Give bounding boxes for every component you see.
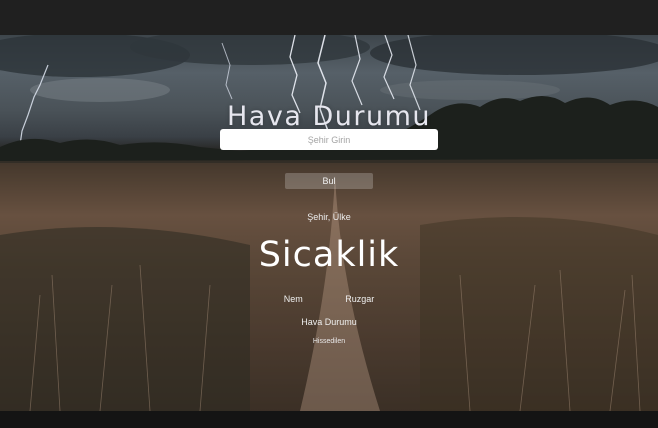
temperature-value: Sicaklik [258,235,400,275]
browser-top-bar [0,0,658,35]
browser-bottom-bar [0,411,658,428]
wind-label: Ruzgar [345,294,375,304]
location-label: Şehir, Ülke [307,212,351,222]
feels-like-label: Hissedilen [312,338,346,345]
weather-details: Nem Ruzgar [0,294,658,304]
app-title: Hava Durumu [227,101,431,133]
weather-panel: Hava Durumu Bul Şehir, Ülke Sicaklik Nem… [0,35,658,411]
weather-condition: Hava Durumu [301,317,357,327]
city-search-input[interactable] [220,129,438,150]
find-button[interactable]: Bul [285,173,373,189]
humidity-label: Nem [283,294,303,304]
